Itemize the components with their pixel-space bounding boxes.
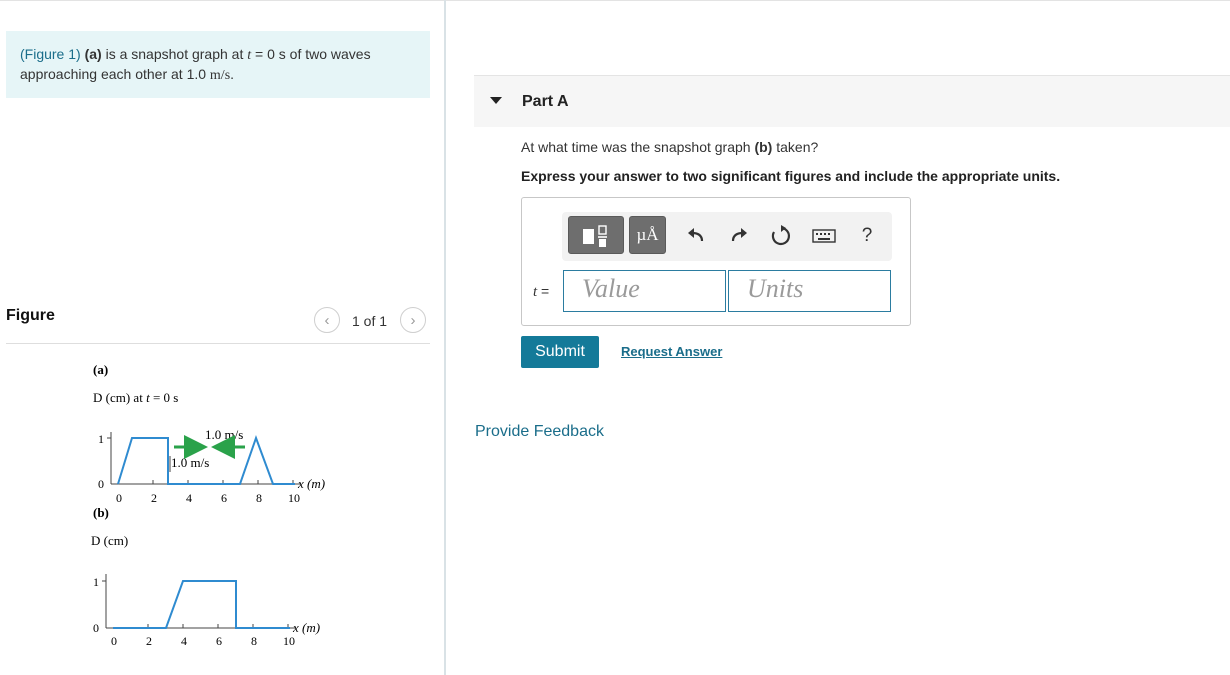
graph-a-xtick-6: 6 (221, 491, 227, 505)
graph-a-speed-left: 1.0 m/s (171, 455, 209, 470)
graph-a-xtick-4: 4 (186, 491, 192, 505)
figure-prev-button[interactable]: ‹ (314, 307, 340, 333)
graph-b-xtick-6: 6 (216, 634, 222, 648)
intro-period: . (230, 66, 235, 82)
undo-icon[interactable] (682, 222, 710, 250)
graph-a-xtick-10: 10 (288, 491, 300, 505)
figure-counter: 1 of 1 (352, 313, 388, 329)
help-icon[interactable]: ? (853, 222, 881, 250)
request-answer-link[interactable]: Request Answer (621, 344, 722, 359)
units-input[interactable]: Units (728, 270, 891, 312)
value-input[interactable]: Value (563, 270, 726, 312)
graph-b-ytick-0: 0 (93, 621, 99, 635)
graph-b-ylabel: D (cm) (91, 533, 128, 548)
top-rule (0, 0, 1230, 1)
variable-label: t = (533, 283, 550, 300)
graph-b-xtick-8: 8 (251, 634, 257, 648)
problem-intro: (Figure 1) (a) is a snapshot graph at t … (6, 31, 430, 98)
keyboard-icon[interactable] (810, 222, 838, 250)
figure-next-button[interactable]: › (400, 307, 426, 333)
intro-text-1: is a snapshot graph at (101, 46, 248, 62)
graph-b-ytick-1: 1 (93, 575, 99, 589)
graph-a-xtick-0: 0 (116, 491, 122, 505)
graph-a-label: (a) (93, 362, 108, 377)
units-button[interactable]: µÅ (629, 216, 666, 254)
graph-a-ylabel: D (cm) at t = 0 s (93, 390, 178, 405)
part-a-header[interactable] (474, 75, 1230, 127)
column-divider (444, 0, 446, 675)
chevron-right-icon: › (410, 311, 416, 329)
graph-a-xtick-8: 8 (256, 491, 262, 505)
figure-divider (6, 343, 430, 344)
graph-a-xlabel: x (m) (297, 476, 325, 491)
graph-a-speed-right: 1.0 m/s (205, 427, 243, 442)
redo-icon[interactable] (725, 222, 753, 250)
figure-graphs: (a) D (cm) at t = 0 s 1 0 0 2 4 6 8 10 x… (91, 362, 325, 648)
caret-down-icon[interactable] (490, 97, 502, 104)
graph-b-wave (113, 580, 290, 629)
graph-b-xtick-2: 2 (146, 634, 152, 648)
reset-icon[interactable] (767, 222, 795, 250)
templates-button[interactable] (568, 216, 624, 254)
figure-title: Figure (6, 307, 55, 324)
graph-a-ytick-0: 0 (98, 477, 104, 491)
templates-icon (583, 225, 607, 247)
figure-link[interactable]: (Figure 1) (20, 46, 81, 62)
graph-b-xtick-10: 10 (283, 634, 295, 648)
graph-b-xtick-0: 0 (111, 634, 117, 648)
part-a-ref: (a) (84, 46, 102, 62)
graph-b-label: (b) (93, 505, 109, 520)
question-text: At what time was the snapshot graph (b) … (521, 139, 819, 155)
graph-a-xtick-2: 2 (151, 491, 157, 505)
provide-feedback-link[interactable]: Provide Feedback (475, 423, 604, 441)
intro-speed-unit: m/s (209, 68, 231, 83)
submit-button[interactable]: Submit (521, 336, 599, 368)
graph-b-xlabel: x (m) (292, 620, 320, 635)
instruction-text: Express your answer to two significant f… (521, 168, 1061, 184)
chevron-left-icon: ‹ (324, 311, 330, 329)
graph-b-xtick-4: 4 (181, 634, 187, 648)
part-a-title: Part A (522, 93, 569, 110)
graph-a-ytick-1: 1 (98, 432, 104, 446)
